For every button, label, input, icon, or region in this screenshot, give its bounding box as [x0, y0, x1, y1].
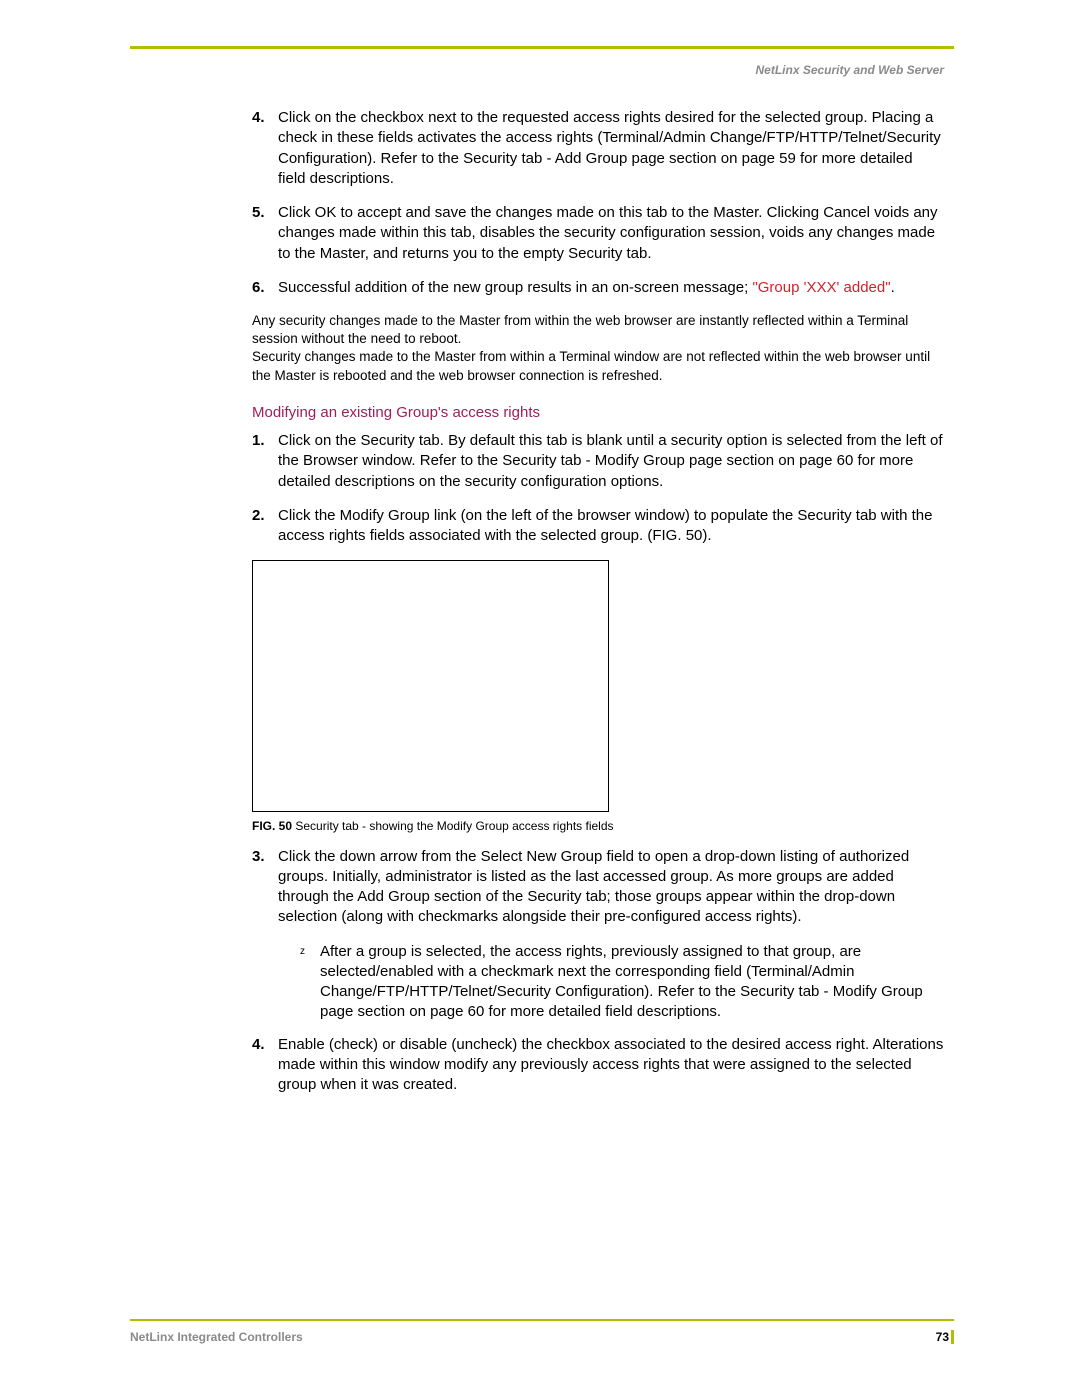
step-item: 5. Click OK to accept and save the chang…: [252, 203, 944, 264]
steps-list-a: 4. Click on the checkbox next to the req…: [252, 108, 944, 298]
steps-list-b-after: 3. Click the down arrow from the Select …: [252, 847, 944, 928]
step-number: 4.: [252, 108, 265, 128]
step-text: Click the down arrow from the Select New…: [278, 848, 909, 926]
step-text: Click the Modify Group link (on the left…: [278, 507, 933, 544]
page-number-accent: [951, 1330, 954, 1344]
step-text: Enable (check) or disable (uncheck) the …: [278, 1036, 943, 1094]
step-number: 5.: [252, 203, 265, 223]
step-text-prefix: Successful addition of the new group res…: [278, 279, 752, 296]
footer-row: NetLinx Integrated Controllers 73: [130, 1327, 954, 1347]
footer-title: NetLinx Integrated Controllers: [130, 1329, 303, 1345]
page-footer: NetLinx Integrated Controllers 73: [130, 1319, 954, 1347]
figure-label: FIG. 50: [252, 819, 292, 833]
step-item: 1. Click on the Security tab. By default…: [252, 431, 944, 492]
sub-bullet-text: After a group is selected, the access ri…: [320, 943, 923, 1021]
step-number: 1.: [252, 431, 265, 451]
step-text-suffix: .: [891, 279, 895, 296]
sub-bullet: z After a group is selected, the access …: [300, 942, 944, 1023]
step-item: 6. Successful addition of the new group …: [252, 278, 944, 298]
step-text: Click OK to accept and save the changes …: [278, 204, 938, 262]
step-item: 4. Click on the checkbox next to the req…: [252, 108, 944, 189]
footer-rule: [130, 1319, 954, 1321]
step-item: 4. Enable (check) or disable (uncheck) t…: [252, 1035, 944, 1096]
header-rule: [130, 46, 954, 49]
step-text: Click on the checkbox next to the reques…: [278, 109, 941, 187]
section-heading: Modifying an existing Group's access rig…: [252, 403, 944, 423]
step-item: 2. Click the Modify Group link (on the l…: [252, 506, 944, 547]
page-number: 73: [936, 1330, 949, 1344]
header-section-title: NetLinx Security and Web Server: [755, 62, 944, 78]
bullet-icon: z: [300, 945, 305, 959]
step-number: 3.: [252, 847, 265, 867]
step-number: 2.: [252, 506, 265, 526]
step-item: 3. Click the down arrow from the Select …: [252, 847, 944, 928]
page-content: 4. Click on the checkbox next to the req…: [252, 108, 944, 1109]
step-number: 4.: [252, 1035, 265, 1055]
figure-placeholder: [252, 560, 609, 812]
step-text-highlight: "Group 'XXX' added": [752, 279, 890, 296]
figure-caption-text: Security tab - showing the Modify Group …: [295, 819, 613, 833]
figure-caption: FIG. 50 Security tab - showing the Modif…: [252, 818, 944, 834]
step-number: 6.: [252, 278, 265, 298]
document-page: NetLinx Security and Web Server 4. Click…: [0, 0, 1080, 1397]
step-text: Click on the Security tab. By default th…: [278, 432, 943, 490]
note-block: Any security changes made to the Master …: [252, 312, 944, 385]
page-number-wrap: 73: [936, 1327, 954, 1347]
steps-list-b-last: 4. Enable (check) or disable (uncheck) t…: [252, 1035, 944, 1096]
steps-list-b-first: 1. Click on the Security tab. By default…: [252, 431, 944, 546]
